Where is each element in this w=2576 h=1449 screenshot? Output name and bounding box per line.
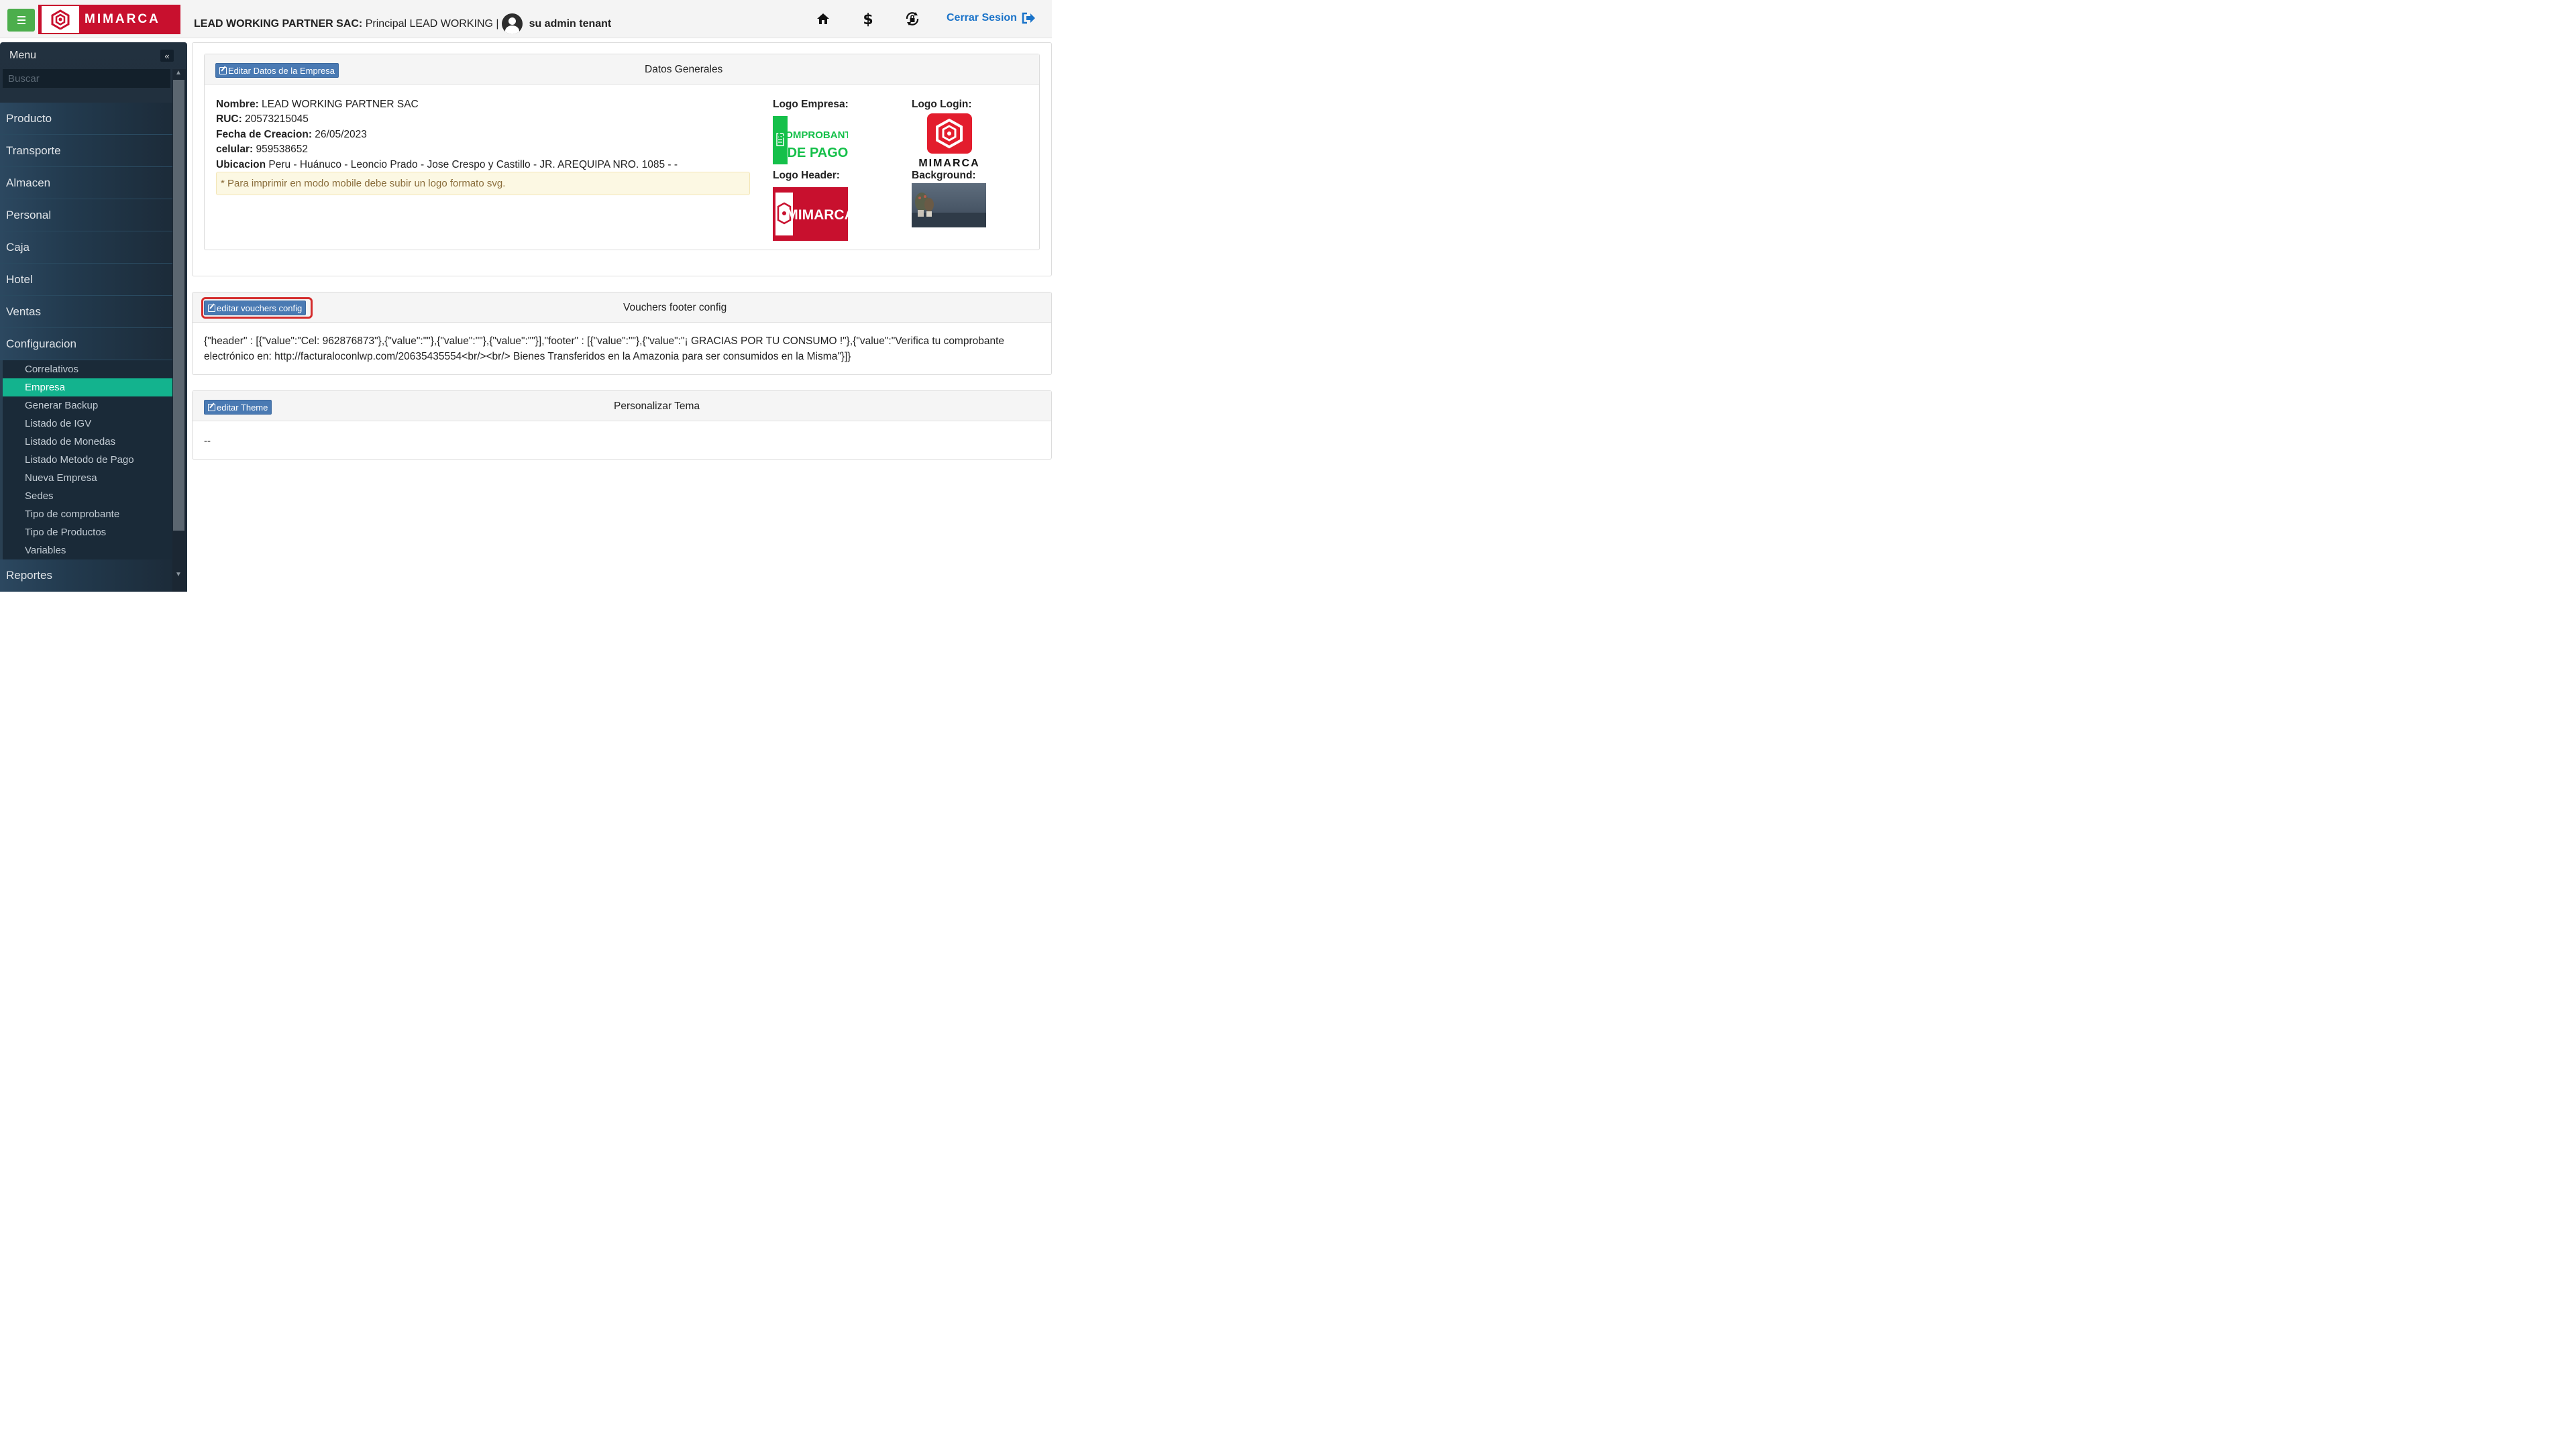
datos-generales-wrapper: Editar Datos de la Empresa Datos General… (192, 42, 1052, 276)
logo-empresa-label: Logo Empresa: (773, 99, 849, 110)
logo-login-text: MIMARCA (918, 158, 979, 168)
edit-company-button[interactable]: Editar Datos de la Empresa (215, 63, 339, 78)
menu-toggle-button[interactable] (7, 9, 35, 32)
logo-empresa-text-1: COMPROBANTE (777, 129, 848, 141)
company-line: LEAD WORKING PARTNER SAC: Principal LEAD… (194, 13, 611, 34)
branch-name: Principal LEAD WORKING | (362, 17, 499, 30)
company-name: LEAD WORKING PARTNER SAC: (194, 17, 363, 30)
logo-header-text: MIMARCA (786, 207, 848, 223)
ubicacion-label: Ubicacion (216, 158, 266, 170)
nombre-label: Nombre: (216, 99, 259, 110)
company-info: Nombre: LEAD WORKING PARTNER SAC RUC: 20… (216, 97, 678, 172)
datos-generales-panel: Editar Datos de la Empresa Datos General… (204, 54, 1040, 250)
logo-empresa-text-2: DE PAGO (788, 146, 848, 160)
avatar[interactable] (501, 13, 523, 34)
vouchers-config-text: {"header" : [{"value":"Cel: 962876873"},… (204, 335, 1005, 362)
logo-login-image: MIMARCA (912, 112, 989, 168)
brand-logo[interactable]: MIMARCA (38, 5, 180, 34)
edit-vouchers-label: editar vouchers config (217, 303, 303, 313)
edit-icon (208, 403, 215, 411)
sidebar-title: Menu (9, 50, 37, 61)
submenu-item-listado-monedas[interactable]: Listado de Monedas (3, 433, 172, 451)
sidebar-search-input[interactable] (3, 69, 170, 88)
sidebar-item-transporte[interactable]: Transporte (0, 135, 172, 167)
sidebar-item-producto[interactable]: Producto (0, 103, 172, 135)
edit-vouchers-button[interactable]: editar vouchers config (204, 301, 307, 315)
logo-login-label: Logo Login: (912, 99, 972, 110)
svg-logo-alert: * Para imprimir en modo mobile debe subi… (216, 172, 750, 195)
submenu-item-empresa[interactable]: Empresa (3, 378, 172, 396)
lock-rotate-icon[interactable] (904, 10, 921, 28)
sidebar-item-hotel[interactable]: Hotel (0, 264, 172, 296)
edit-icon (208, 304, 215, 312)
sidebar-item-caja[interactable]: Caja (0, 231, 172, 264)
theme-panel: editar Theme Personalizar Tema -- (192, 390, 1052, 460)
sidebar: Menu « ▲ ▼ Producto Transporte Almacen P… (0, 42, 187, 592)
vouchers-title: Vouchers footer config (623, 302, 727, 313)
background-image (912, 183, 986, 227)
sidebar-item-ventas[interactable]: Ventas (0, 296, 172, 328)
logout-label: Cerrar Sesion (947, 12, 1017, 23)
theme-title: Personalizar Tema (614, 400, 700, 412)
sidebar-item-configuracion[interactable]: Configuracion (0, 328, 172, 360)
top-bar: MIMARCA LEAD WORKING PARTNER SAC: Princi… (0, 0, 1052, 38)
submenu-item-variables[interactable]: Variables (3, 541, 172, 559)
logo-header-image: MIMARCA (773, 187, 848, 241)
sidebar-item-reportes[interactable]: Reportes (0, 559, 172, 592)
scrollbar-thumb[interactable] (173, 80, 184, 531)
brand-mark-icon (42, 6, 79, 33)
brand-name: MIMARCA (85, 12, 160, 26)
user-name: su admin tenant (529, 17, 612, 30)
logo-empresa-image: COMPROBANTE DE PAGO (773, 116, 848, 164)
sidebar-item-almacen[interactable]: Almacen (0, 167, 172, 199)
submenu-item-listado-igv[interactable]: Listado de IGV (3, 415, 172, 433)
edit-theme-label: editar Theme (217, 402, 268, 413)
submenu-item-generar-backup[interactable]: Generar Backup (3, 396, 172, 415)
edit-icon (219, 66, 227, 74)
edit-company-label: Editar Datos de la Empresa (228, 65, 335, 76)
ubicacion-value: Peru - Huánuco - Leoncio Prado - Jose Cr… (266, 158, 678, 170)
datos-generales-header: Editar Datos de la Empresa Datos General… (205, 54, 1039, 85)
logo-header-label: Logo Header: (773, 170, 840, 181)
menu-icon (17, 16, 25, 17)
fecha-label: Fecha de Creacion: (216, 128, 312, 140)
collapse-sidebar-button[interactable]: « (160, 50, 174, 62)
celular-label: celular: (216, 144, 254, 156)
theme-content: -- (204, 435, 211, 447)
submenu-item-listado-metodo-pago[interactable]: Listado Metodo de Pago (3, 451, 172, 469)
submenu-item-nueva-empresa[interactable]: Nueva Empresa (3, 469, 172, 487)
sign-out-icon (1022, 12, 1035, 24)
vouchers-header: editar vouchers config Vouchers footer c… (193, 292, 1051, 323)
sidebar-menu: Producto Transporte Almacen Personal Caj… (0, 103, 172, 559)
logout-link[interactable]: Cerrar Sesion (947, 12, 1036, 24)
datos-generales-title: Datos Generales (645, 64, 723, 75)
submenu-item-correlativos[interactable]: Correlativos (3, 360, 172, 378)
double-chevron-left-icon: « (164, 50, 170, 61)
edit-theme-button[interactable]: editar Theme (204, 400, 272, 415)
sidebar-item-personal[interactable]: Personal (0, 199, 172, 231)
nombre-value: LEAD WORKING PARTNER SAC (258, 99, 419, 110)
configuracion-submenu: Correlativos Empresa Generar Backup List… (0, 360, 172, 559)
celular-value: 959538652 (253, 144, 309, 156)
background-label: Background: (912, 170, 976, 181)
scroll-down-icon[interactable]: ▼ (175, 571, 182, 578)
svg-text:$: $ (863, 11, 873, 27)
vouchers-panel: editar vouchers config Vouchers footer c… (192, 292, 1052, 375)
scroll-up-icon[interactable]: ▲ (175, 69, 182, 76)
dollar-icon[interactable]: $ (859, 10, 877, 28)
fecha-value: 26/05/2023 (312, 128, 367, 140)
ruc-label: RUC: (216, 113, 242, 125)
theme-header: editar Theme Personalizar Tema (193, 391, 1051, 421)
submenu-item-tipo-comprobante[interactable]: Tipo de comprobante (3, 505, 172, 523)
submenu-item-sedes[interactable]: Sedes (3, 487, 172, 505)
ruc-value: 20573215045 (241, 113, 309, 125)
home-icon[interactable] (814, 10, 832, 28)
sidebar-header: Menu « (0, 42, 187, 69)
submenu-item-tipo-productos[interactable]: Tipo de Productos (3, 523, 172, 541)
sidebar-scrollbar[interactable]: ▲ ▼ (172, 69, 186, 592)
